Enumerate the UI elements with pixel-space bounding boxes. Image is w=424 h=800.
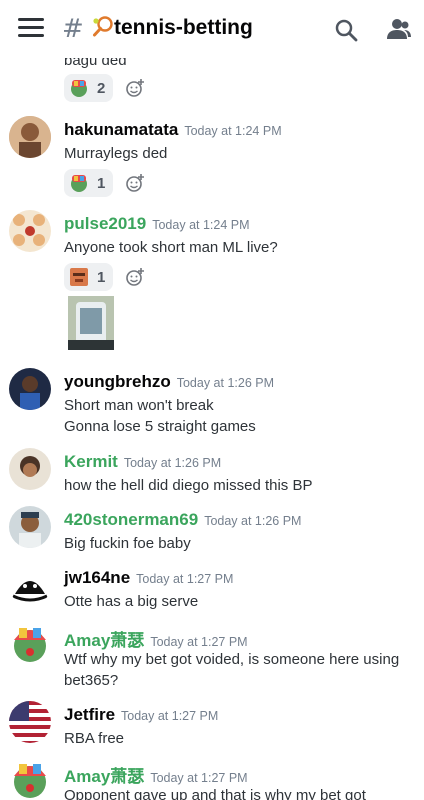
reaction-row: 1 <box>64 263 145 291</box>
timestamp: Today at 1:26 PM <box>123 456 222 470</box>
avatar[interactable] <box>9 368 51 410</box>
pepe-emoji-icon <box>71 175 87 192</box>
avatar[interactable] <box>9 116 51 158</box>
add-reaction-icon[interactable] <box>125 78 145 98</box>
reaction-row: 2 <box>64 74 145 102</box>
username[interactable]: 420stonerman69 <box>64 510 198 529</box>
username[interactable]: hakunamatata <box>64 120 178 139</box>
message-text: Murraylegs ded <box>64 145 168 162</box>
avatar[interactable] <box>9 564 51 606</box>
message-text: Anyone took short man ML live? <box>64 239 278 256</box>
search-icon[interactable] <box>334 18 358 42</box>
message-text: Gonna lose 5 straight games <box>64 418 256 435</box>
timestamp: Today at 1:26 PM <box>204 514 302 528</box>
username[interactable]: Amay萧瑟 <box>64 767 144 786</box>
reaction-row: 1 <box>64 169 145 197</box>
message-text: Wtf why my bet got voided, is someone he… <box>64 651 400 668</box>
timestamp: Today at 1:27 PM <box>150 771 248 785</box>
reaction-chip[interactable]: 1 <box>64 169 114 197</box>
reaction-count: 1 <box>97 268 106 286</box>
username[interactable]: youngbrehzo <box>64 372 171 391</box>
message-text: Big fuckin foe baby <box>64 535 191 552</box>
message-text: RBA free <box>64 730 125 747</box>
reaction-chip[interactable]: 2 <box>64 74 114 102</box>
face-emoji-icon <box>70 268 88 286</box>
timestamp: Today at 1:27 PM <box>150 635 248 649</box>
reaction-count: 2 <box>97 79 106 97</box>
username[interactable]: jw164ne <box>64 568 130 587</box>
timestamp: Today at 1:26 PM <box>176 376 274 390</box>
message-text: Opponent gave up and that is why my bet … <box>64 787 366 800</box>
reaction-count: 1 <box>97 174 106 192</box>
message-text: Short man won't break <box>64 397 214 414</box>
reaction-chip[interactable]: 1 <box>64 263 114 291</box>
avatar[interactable] <box>9 758 51 800</box>
avatar[interactable] <box>9 622 51 664</box>
timestamp: Today at 1:27 PM <box>136 572 234 586</box>
message-text: how the hell did diego missed this BP <box>64 477 313 494</box>
channel-name[interactable]: tennis-betting <box>114 16 253 40</box>
image-attachment[interactable] <box>68 296 114 350</box>
menu-icon[interactable] <box>18 18 44 40</box>
message-text: bagu ded <box>64 58 127 69</box>
username[interactable]: Amay萧瑟 <box>64 631 144 650</box>
username[interactable]: pulse2019 <box>64 214 146 233</box>
tennis-racket-icon <box>93 16 113 37</box>
message-text: Otte has a big serve <box>64 593 199 610</box>
avatar[interactable] <box>9 506 51 548</box>
members-icon[interactable] <box>386 17 412 41</box>
message-feed[interactable]: bagu ded 2 hakunamatata Today at 1:24 PM … <box>0 58 424 800</box>
avatar[interactable] <box>9 448 51 490</box>
message-text: bet365? <box>64 672 119 689</box>
avatar[interactable] <box>9 210 51 252</box>
username[interactable]: Jetfire <box>64 705 115 724</box>
timestamp: Today at 1:24 PM <box>152 218 250 232</box>
username[interactable]: Kermit <box>64 452 118 471</box>
timestamp: Today at 1:27 PM <box>121 709 219 723</box>
hash-icon: # <box>62 14 84 44</box>
add-reaction-icon[interactable] <box>125 173 145 193</box>
pepe-emoji-icon <box>71 80 87 97</box>
channel-header: # tennis-betting <box>0 0 424 58</box>
add-reaction-icon[interactable] <box>125 267 145 287</box>
timestamp: Today at 1:24 PM <box>184 124 282 138</box>
avatar[interactable] <box>9 701 51 743</box>
